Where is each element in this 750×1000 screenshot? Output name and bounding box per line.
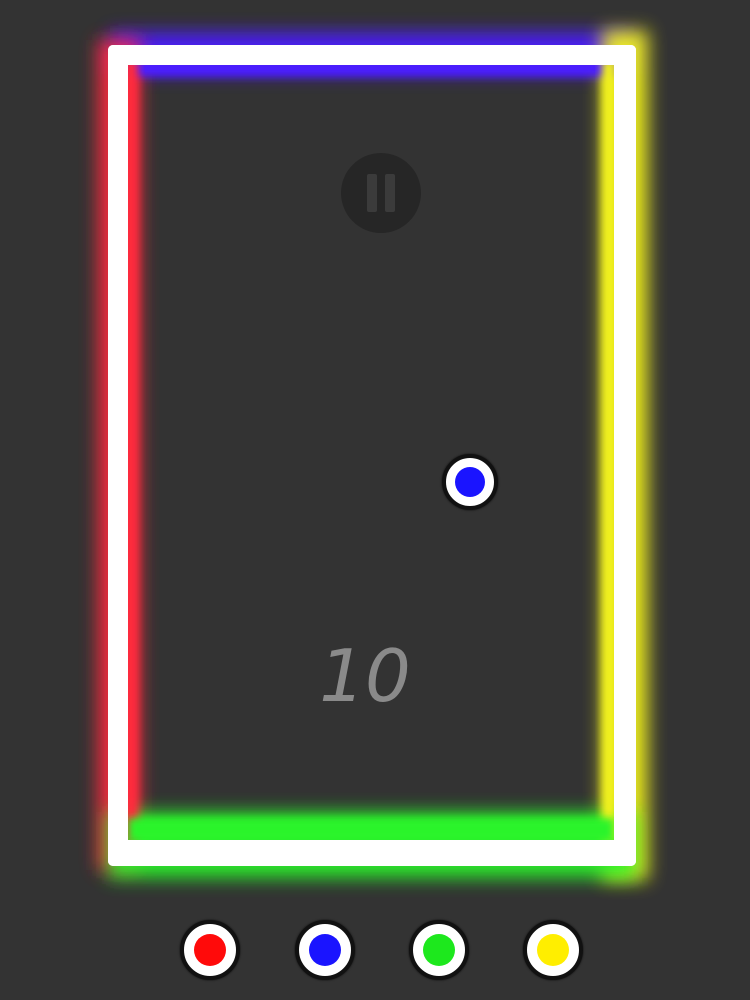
color-button-blue[interactable] — [295, 920, 355, 980]
color-button-green[interactable] — [409, 920, 469, 980]
green-dot-icon — [423, 934, 455, 966]
yellow-dot-icon — [537, 934, 569, 966]
wall-right — [614, 45, 636, 866]
blue-dot-icon — [309, 934, 341, 966]
game-arena: 10 — [0, 0, 750, 1000]
score-display: 10 — [319, 634, 411, 718]
wall-bottom-inner-glow — [128, 818, 614, 842]
color-button-red[interactable] — [180, 920, 240, 980]
pause-icon — [363, 174, 399, 212]
player-ball — [442, 454, 498, 510]
pause-icon-bar-right — [385, 174, 395, 212]
wall-left — [108, 45, 128, 866]
red-dot-icon — [194, 934, 226, 966]
pause-icon-bar-left — [367, 174, 377, 212]
wall-top — [108, 45, 636, 65]
color-picker — [0, 920, 750, 982]
pause-button[interactable] — [341, 153, 421, 233]
player-ball-color — [455, 467, 485, 497]
wall-bottom — [108, 840, 636, 866]
color-button-yellow[interactable] — [523, 920, 583, 980]
